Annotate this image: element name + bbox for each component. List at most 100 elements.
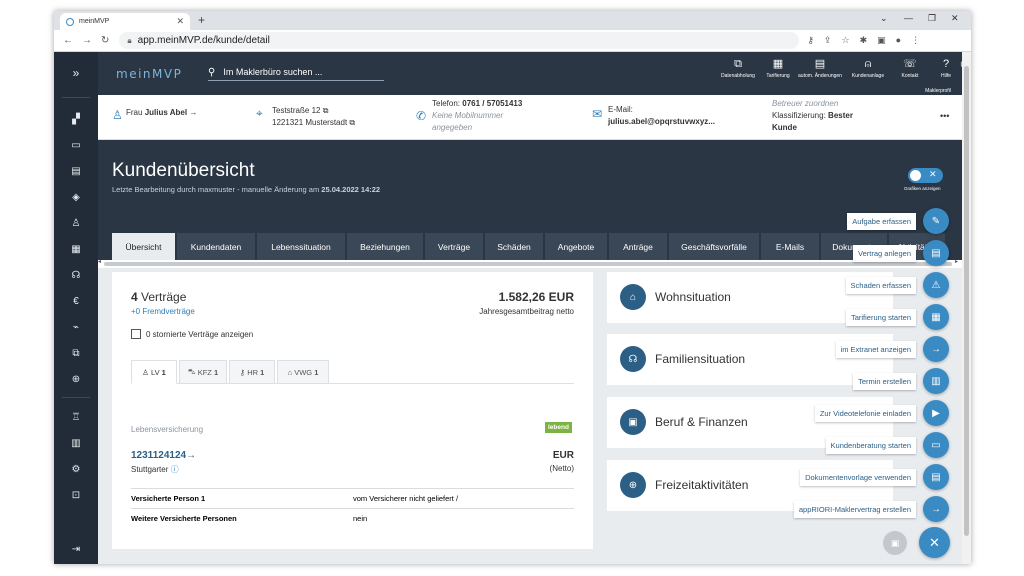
speed-dial-label-extranet[interactable]: im Extranet anzeigen [835,341,916,358]
external-link-icon[interactable]: ⧉ [349,118,355,127]
tab-beziehungen[interactable]: Beziehungen [347,233,423,260]
graphics-toggle[interactable]: ✕ [908,168,943,183]
building-icon[interactable]: ▥ [54,432,98,454]
subtab-vwg[interactable]: ⌂ VWG 1 [277,360,329,384]
window-close-icon[interactable]: ✕ [951,13,959,24]
assign-advisor-link[interactable]: Betreuer zuordnen [772,98,853,110]
share-icon[interactable]: ⇪ [824,35,832,46]
calendar-icon[interactable]: ▤ [54,160,98,182]
lock-icon[interactable]: ⊡ [54,484,98,506]
speed-dial-label-apriori[interactable]: appRIORI-Maklervertrag erstellen [793,501,916,518]
app-logo[interactable]: meinMVP [116,67,182,81]
foreign-contracts-link[interactable]: +0 Fremdverträge [131,307,195,316]
speed-dial-label-consulting[interactable]: Kundenberatung starten [825,437,916,454]
tab-search-icon[interactable]: ⌄ [880,13,888,24]
account-icon[interactable]: ● [896,35,901,46]
checkbox[interactable] [131,329,141,339]
settings-icon[interactable]: ⚙ [54,458,98,480]
page-scrollbar[interactable] [962,52,971,564]
tab-close-icon[interactable]: ✕ [176,16,184,27]
subtab-hr[interactable]: ⚷ HR 1 [229,360,275,384]
scroll-right-icon[interactable]: ▸ [955,258,958,265]
shield-icon[interactable]: ◈ [54,186,98,208]
key-icon[interactable]: ⚷ [807,35,814,46]
browser-tab[interactable]: meinMVP ✕ [60,13,190,30]
email-link[interactable]: julius.abel@opqrstuvwxyz... [608,116,715,128]
speed-dial-label-damage[interactable]: Schaden erfassen [845,277,916,294]
scroll-left-icon[interactable]: ◂ [98,258,101,265]
tab-uebersicht[interactable]: Übersicht [112,233,175,260]
url-bar[interactable]: 🔒︎ app.meinMVP.de/kunde/detail [119,32,800,49]
tab-kundendaten[interactable]: Kundendaten [177,233,255,260]
globe-icon: ⊕ [620,472,646,498]
tool-data-fetch[interactable]: ⧉ Datenabholung [716,58,760,79]
subtab-lv[interactable]: ♙ LV 1 [131,360,177,384]
user-admin-icon[interactable]: ♖ [54,406,98,428]
video-icon[interactable]: ▶ [923,400,949,426]
report-icon[interactable]: ⧉ [54,342,98,364]
tab-angebote[interactable]: Angebote [545,233,607,260]
extensions-icon[interactable]: ✱ [860,35,868,46]
back-icon[interactable]: ← [63,35,73,46]
speed-dial-label-template[interactable]: Dokumentenvorlage verwenden [800,469,916,486]
show-cancelled-checkbox[interactable]: 0 stornierte Verträge anzeigen [131,329,253,339]
euro-icon[interactable]: € [54,290,98,312]
external-link-icon[interactable]: ⧉ [323,106,329,115]
tab-vertraege[interactable]: Verträge [425,233,483,260]
speed-dial-label-appointment[interactable]: Termin erstellen [853,373,916,390]
group-icon[interactable]: ☊ [54,264,98,286]
contracts-card: 4 Verträge +0 Fremdverträge 1.582,26 EUR… [112,272,593,549]
menu-icon[interactable]: ⋮ [911,35,920,46]
speed-dial-label-tarif[interactable]: Tarifierung starten [845,309,916,326]
create-task-icon[interactable]: ✎ [923,208,949,234]
tool-tarifierung[interactable]: ▦ Tarifierung [756,58,800,79]
new-tab-button[interactable]: + [198,13,205,27]
phone-number-link[interactable]: 0761 / 57051413 [462,99,522,108]
contracts-count[interactable]: 4 Verträge [131,290,186,304]
person-icon[interactable]: ♙ [54,212,98,234]
restore-icon[interactable]: ❐ [928,13,936,24]
calendar-icon[interactable]: ▥ [923,368,949,394]
search-input[interactable]: ⚲ Im Maklerbüro suchen ... [208,64,384,81]
tool-add-customer[interactable]: ⍝ Kundenanlage [846,58,890,79]
add-contract-icon[interactable]: ▤ [923,240,949,266]
customers-icon[interactable]: ▞ [54,108,98,130]
globe-icon[interactable]: ⊕ [54,368,98,390]
expand-sidebar-icon[interactable]: » [54,62,98,84]
info-icon[interactable]: ⓘ [171,465,179,474]
url-text: app.meinMVP.de/kunde/detail [137,35,270,46]
reload-icon[interactable]: ↻ [101,35,109,46]
messages-icon[interactable]: ▭ [54,134,98,156]
tabs-scrollbar[interactable]: ◂ ▸ [98,258,962,268]
subtab-kfz[interactable]: ⛍ KFZ 1 [179,360,227,384]
arrow-right-icon[interactable]: → [923,336,949,362]
close-speed-dial-icon[interactable]: ✕ [919,527,950,558]
tab-antraege[interactable]: Anträge [609,233,667,260]
tab-schaeden[interactable]: Schäden [485,233,543,260]
speed-dial-label-video[interactable]: Zur Videotelefonie einladen [814,405,916,422]
forward-icon[interactable]: → [82,35,92,46]
tab-emails[interactable]: E-Mails [761,233,819,260]
speed-dial-label-contract[interactable]: Vertrag anlegen [853,245,916,262]
tool-auto-changes[interactable]: ▤ autom. Änderungen [798,58,842,79]
app-header: meinMVP ⚲ Im Maklerbüro suchen ... ⧉ Date… [98,52,970,95]
contract-insurer: Stuttgarter ⓘ [131,465,179,474]
contract-number-link[interactable]: 1231124124→ [131,450,196,461]
tab-geschaeftsvorfaelle[interactable]: Geschäftsvorfälle [669,233,759,260]
consulting-icon[interactable]: ▭ [923,432,949,458]
speed-dial-label-task[interactable]: Aufgabe erfassen [847,213,916,230]
tab-lebenssituation[interactable]: Lebenssituation [257,233,345,260]
logout-icon[interactable]: ⇥ [54,538,98,560]
customer-name-link[interactable]: ♙ Frau Julius Abel → [112,108,197,122]
arrow-right-icon[interactable]: → [923,496,949,522]
minimize-icon[interactable]: — [904,13,913,23]
document-template-icon[interactable]: ▤ [923,464,949,490]
attachment-icon[interactable]: ⌁ [54,316,98,338]
more-options-icon[interactable]: ••• [940,111,949,121]
calculator-icon[interactable]: ▦ [923,304,949,330]
documents-icon[interactable]: ▦ [54,238,98,260]
sidepanel-icon[interactable]: ▣ [877,35,886,46]
damage-icon[interactable]: ⚠ [923,272,949,298]
star-icon[interactable]: ☆ [842,35,850,46]
save-icon[interactable]: ▣ [883,531,907,555]
